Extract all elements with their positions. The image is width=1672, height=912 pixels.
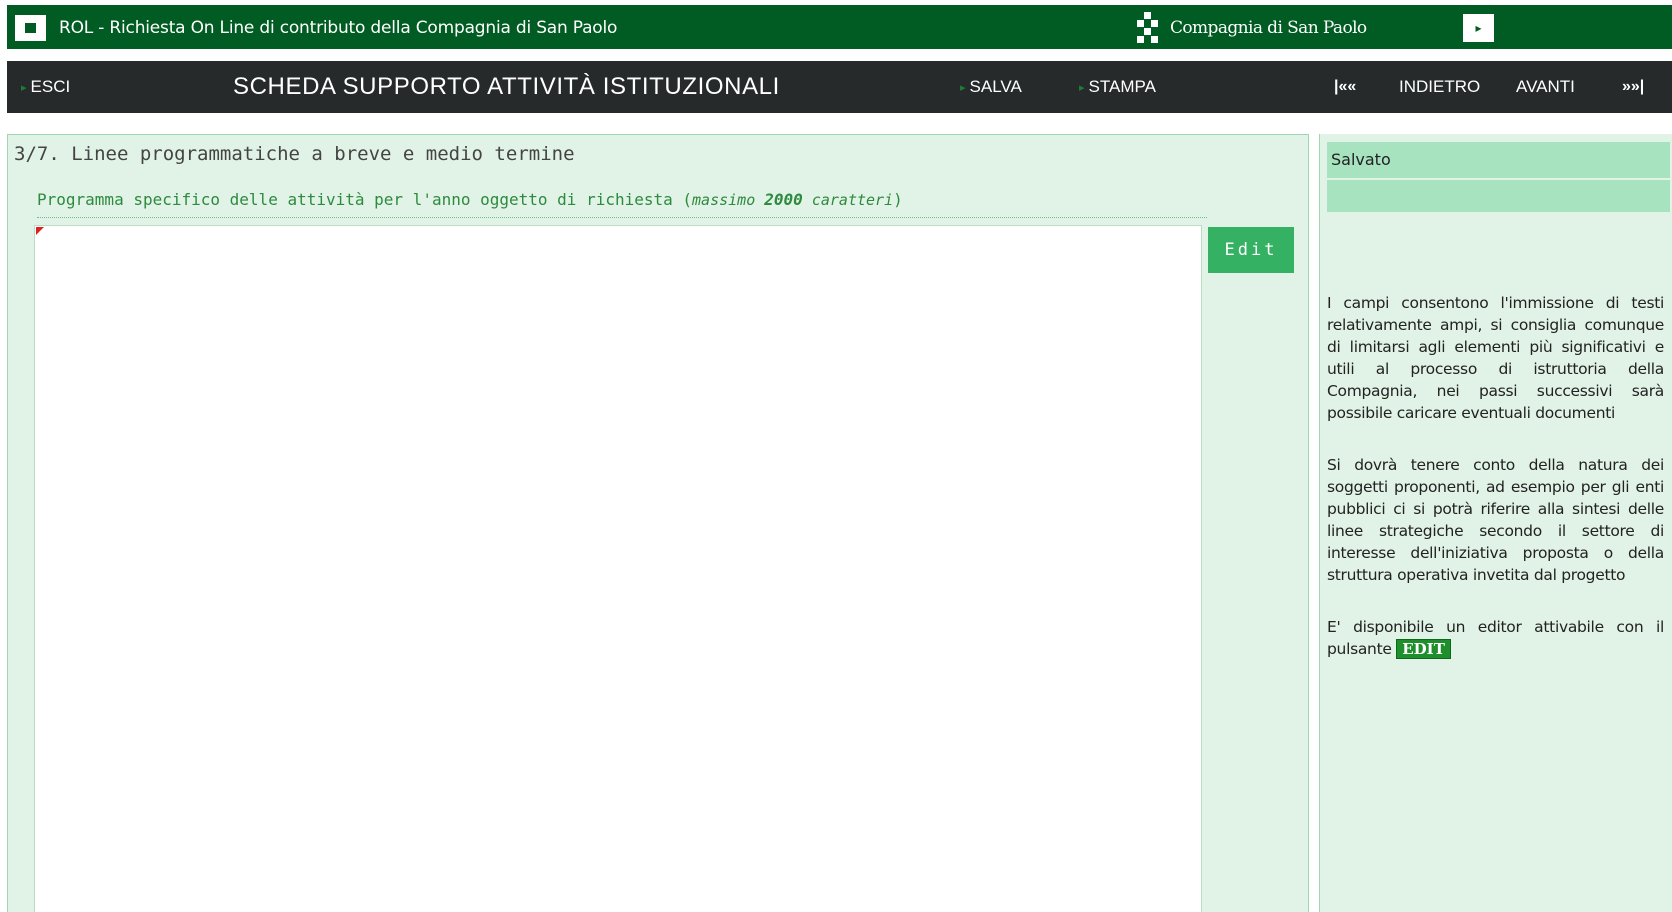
status-detail: [1327, 180, 1670, 212]
page-title: SCHEDA SUPPORTO ATTIVITÀ ISTITUZIONALI: [233, 73, 780, 100]
app-title: ROL - Richiesta On Line di contributo de…: [59, 18, 618, 38]
arrow-right-icon: ▸: [21, 82, 27, 94]
field-limit-value: 2000: [764, 190, 803, 209]
brand-arrow-icon[interactable]: ▸: [1463, 14, 1494, 42]
required-marker-icon: [36, 227, 44, 235]
save-button[interactable]: ▸ SALVA: [960, 61, 1022, 113]
help-text-3-body: E' disponibile un editor attivabile con …: [1327, 618, 1664, 658]
field-divider: [37, 217, 1207, 218]
toolbar: ▸ ESCI SCHEDA SUPPORTO ATTIVITÀ ISTITUZIO…: [7, 61, 1672, 113]
arrow-right-icon: ▸: [960, 82, 966, 94]
brand-name: Compagnia di San Paolo: [1170, 18, 1367, 38]
field-label-text: Programma specifico delle attività per l…: [37, 190, 693, 209]
edit-button-label: Edit: [1224, 240, 1278, 260]
form-panel: 3/7. Linee programmatiche a breve e medi…: [7, 134, 1309, 912]
brand-mark-icon: [1134, 12, 1162, 44]
edit-button[interactable]: Edit: [1208, 227, 1294, 273]
help-text-3: E' disponibile un editor attivabile con …: [1327, 616, 1664, 660]
help-panel: Salvato I campi consentono l'immissione …: [1319, 134, 1672, 912]
arrow-right-icon: ▸: [1079, 82, 1085, 94]
print-button[interactable]: ▸ STAMPA: [1079, 61, 1156, 113]
exit-label: ESCI: [30, 77, 71, 96]
back-button[interactable]: INDIETRO: [1399, 61, 1480, 113]
next-button[interactable]: AVANTI: [1516, 61, 1575, 113]
app-logo-icon: [15, 15, 46, 41]
last-page-button[interactable]: »»|: [1622, 61, 1644, 113]
app-title-bar: ROL - Richiesta On Line di contributo de…: [7, 5, 1672, 49]
section-title: 3/7. Linee programmatiche a breve e medi…: [14, 143, 575, 165]
exit-button[interactable]: ▸ ESCI: [21, 61, 70, 113]
help-text-1: I campi consentono l'immissione di testi…: [1327, 294, 1664, 422]
field-label: Programma specifico delle attività per l…: [37, 190, 903, 209]
first-page-button[interactable]: |««: [1334, 61, 1356, 113]
field-limit-prefix: massimo: [692, 191, 765, 209]
program-textarea[interactable]: [34, 225, 1202, 912]
field-limit-suffix: caratteri: [802, 191, 894, 209]
save-label: SALVA: [969, 77, 1022, 96]
field-label-close: ): [893, 190, 903, 209]
edit-badge: EDIT: [1396, 639, 1451, 659]
brand-logo: Compagnia di San Paolo: [1134, 12, 1367, 44]
status-label: Salvato: [1327, 142, 1670, 178]
print-label: STAMPA: [1088, 77, 1156, 96]
help-text-2: Si dovrà tenere conto della natura dei s…: [1327, 456, 1664, 584]
